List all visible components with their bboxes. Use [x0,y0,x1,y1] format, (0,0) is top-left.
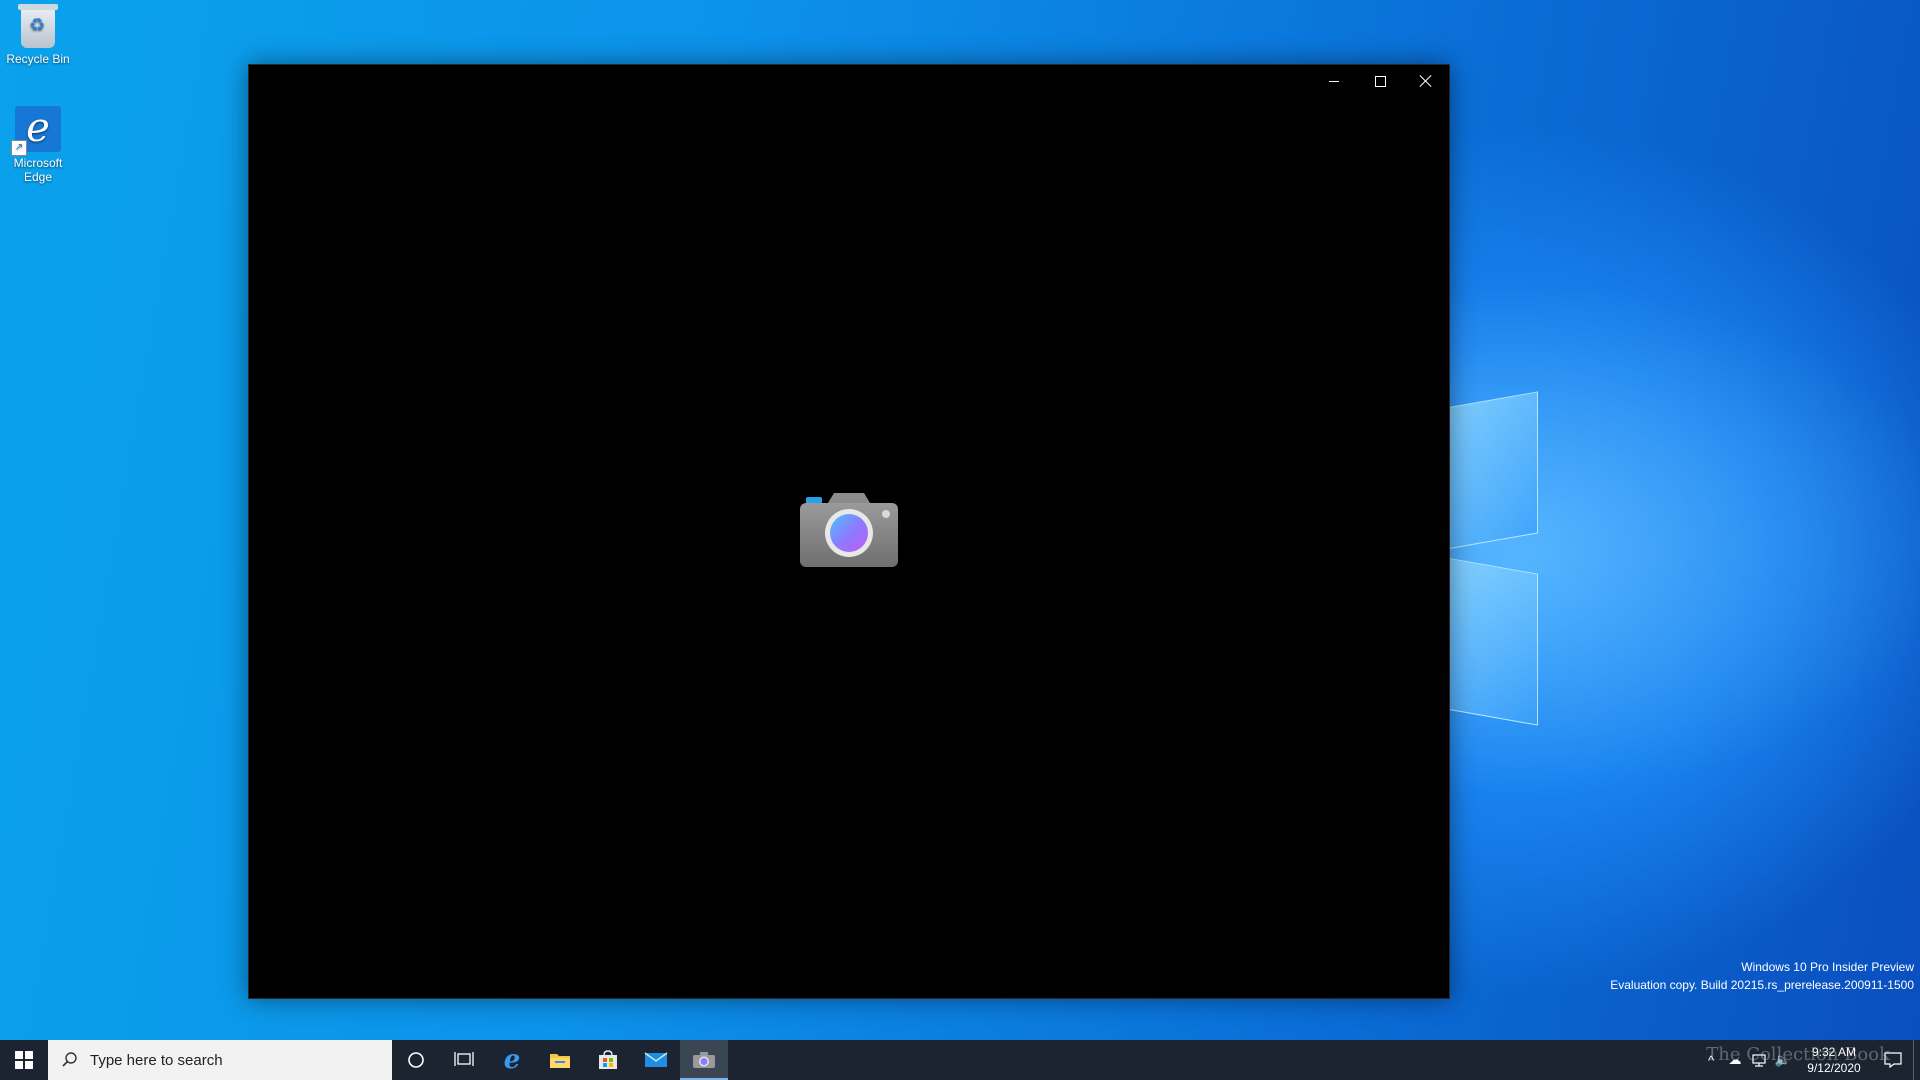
cortana-circle-icon [408,1052,424,1068]
network-tray-button[interactable] [1747,1040,1771,1080]
search-icon [62,1052,77,1067]
desktop-icon-label: Recycle Bin [6,52,70,66]
folder-icon [550,1054,570,1068]
search-placeholder: Type here to search [90,1051,223,1069]
mail-icon [644,1052,668,1067]
watermark-edition: Windows 10 Pro Insider Preview [1741,960,1914,974]
shortcut-arrow-icon: ↗ [11,140,27,156]
store-bag-icon [599,1050,617,1069]
clock[interactable]: 9:32 AM 9/12/2020 [1795,1044,1873,1076]
speaker-icon: 🔈 [1774,1052,1792,1067]
minimize-button[interactable] [1311,65,1357,97]
camera-splash-icon [800,489,898,574]
volume-tray-button[interactable]: 🔈 [1771,1040,1795,1080]
desktop-icon-recycle-bin[interactable]: Recycle Bin [0,4,76,66]
close-button[interactable] [1403,65,1449,97]
minimize-icon [1329,80,1339,82]
search-input[interactable]: Type here to search [48,1040,392,1080]
start-button[interactable] [0,1040,48,1080]
taskbar: Type here to search e The Collection Boo… [0,1040,1920,1080]
camera-icon [693,1052,715,1068]
taskbar-edge[interactable]: e [488,1040,536,1080]
show-desktop-button[interactable] [1913,1040,1920,1080]
camera-window[interactable] [248,64,1450,999]
clock-time: 9:32 AM [1811,1045,1857,1059]
task-view-icon [454,1052,474,1066]
desktop-icon-microsoft-edge[interactable]: e ↗ Microsoft Edge [0,106,76,184]
taskbar-mail[interactable] [632,1040,680,1080]
network-icon [1752,1054,1766,1067]
taskbar-store[interactable] [584,1040,632,1080]
windows-logo-wallpaper [1440,380,1550,740]
evaluation-watermark: Windows 10 Pro Insider Preview Evaluatio… [1610,958,1914,994]
system-tray: The Collection Book ^ ☁ 🔈 9:32 AM 9/12/2… [1699,1040,1920,1080]
cortana-button[interactable] [392,1040,440,1080]
taskbar-camera[interactable] [680,1040,728,1080]
edge-icon: e ↗ [11,106,61,156]
show-hidden-icons-button[interactable]: ^ [1699,1040,1723,1080]
recycle-bin-icon [18,4,58,48]
desktop-background: Recycle Bin e ↗ Microsoft Edge [0,0,1920,1040]
windows-start-icon [15,1051,33,1069]
task-view-button[interactable] [440,1040,488,1080]
maximize-icon [1374,75,1386,87]
edge-icon: e [503,1045,521,1075]
action-center-button[interactable] [1873,1052,1913,1068]
taskbar-file-explorer[interactable] [536,1040,584,1080]
onedrive-tray-button[interactable]: ☁ [1723,1040,1747,1080]
maximize-button[interactable] [1357,65,1403,97]
desktop-icon-label: Microsoft Edge [13,156,63,184]
onedrive-cloud-icon: ☁ [1728,1052,1742,1067]
notification-icon [1884,1052,1902,1068]
chevron-up-icon: ^ [1707,1052,1715,1068]
close-icon [1420,75,1432,87]
watermark-build: Evaluation copy. Build 20215.rs_prerelea… [1610,978,1914,992]
clock-date: 9/12/2020 [1807,1061,1861,1075]
